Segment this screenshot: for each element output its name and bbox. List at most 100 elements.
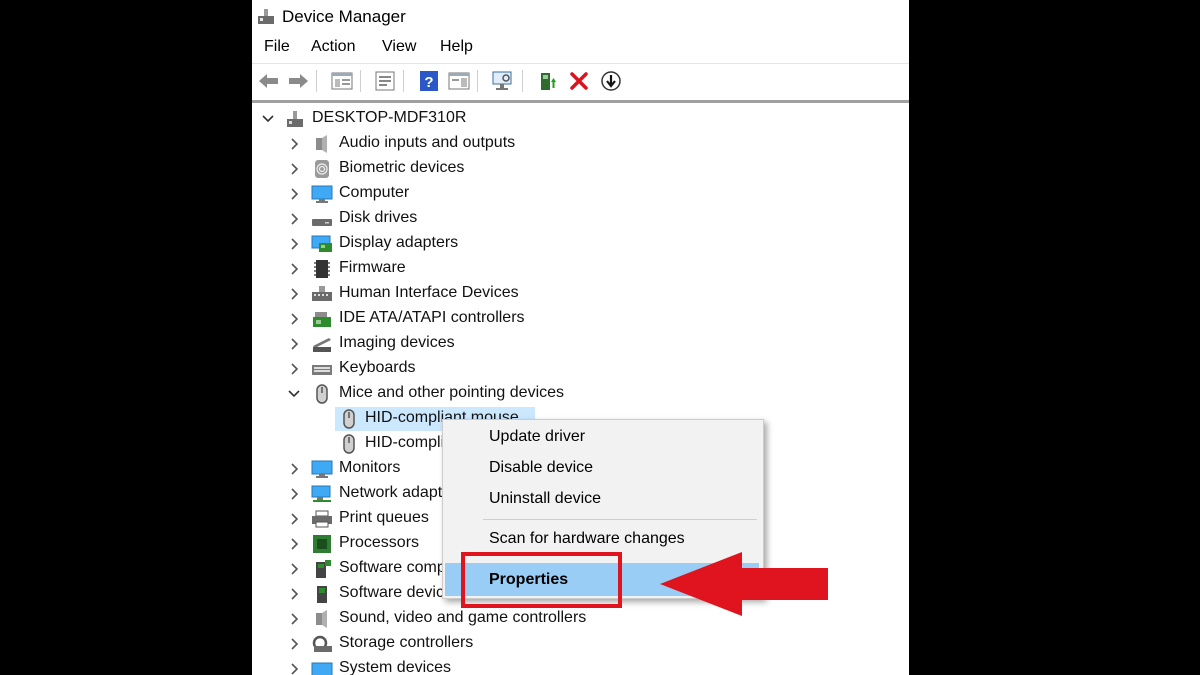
category-label: Imaging devices xyxy=(339,334,455,351)
show-hide-console-tree-icon[interactable] xyxy=(329,68,355,94)
chevron-right-icon[interactable] xyxy=(287,136,301,152)
category-label: Firmware xyxy=(339,259,406,276)
chevron-right-icon[interactable] xyxy=(287,261,301,277)
display-adapter-icon xyxy=(311,235,332,252)
disable-device-icon[interactable] xyxy=(598,68,624,94)
speaker-icon xyxy=(316,610,327,628)
tree-category[interactable]: Disk drives xyxy=(252,207,909,231)
chevron-right-icon[interactable] xyxy=(287,161,301,177)
chevron-right-icon[interactable] xyxy=(287,286,301,302)
menu-view[interactable]: View xyxy=(382,38,416,56)
fingerprint-icon xyxy=(315,160,329,178)
menu-action[interactable]: Action xyxy=(311,38,355,56)
chevron-right-icon[interactable] xyxy=(287,661,301,675)
toolbar-separator xyxy=(360,70,361,92)
category-label: Mice and other pointing devices xyxy=(339,384,565,401)
processor-icon xyxy=(313,535,331,553)
red-arrow-icon xyxy=(660,552,828,616)
tree-category[interactable]: IDE ATA/ATAPI controllers xyxy=(252,307,909,331)
chevron-right-icon[interactable] xyxy=(287,461,301,477)
category-label: Monitors xyxy=(339,459,401,476)
back-icon[interactable] xyxy=(256,68,282,94)
chevron-right-icon[interactable] xyxy=(287,186,301,202)
tree-category-expanded[interactable]: Mice and other pointing devices xyxy=(252,382,909,406)
chevron-right-icon[interactable] xyxy=(287,336,301,352)
network-adapter-icon xyxy=(311,485,331,502)
update-driver-icon[interactable] xyxy=(535,68,561,94)
forward-icon[interactable] xyxy=(285,68,311,94)
uninstall-icon[interactable] xyxy=(566,68,592,94)
software-component-icon xyxy=(316,560,331,578)
properties-icon[interactable] xyxy=(372,68,398,94)
tree-category[interactable]: System devices xyxy=(252,657,909,675)
chevron-right-icon[interactable] xyxy=(287,361,301,377)
tree-category[interactable]: Storage controllers xyxy=(252,632,909,656)
scan-hardware-menu-item[interactable]: Scan for hardware changes xyxy=(489,530,685,548)
monitor-icon xyxy=(311,185,333,203)
chevron-down-icon[interactable] xyxy=(261,111,275,127)
printer-icon xyxy=(312,510,332,528)
chevron-right-icon[interactable] xyxy=(287,586,301,602)
device-manager-app-icon xyxy=(258,9,274,24)
disable-device-menu-item[interactable]: Disable device xyxy=(489,459,593,477)
category-label: Computer xyxy=(339,184,410,201)
toolbar-separator xyxy=(522,70,523,92)
chevron-right-icon[interactable] xyxy=(287,311,301,327)
chevron-right-icon[interactable] xyxy=(287,611,301,627)
tree-category[interactable]: Imaging devices xyxy=(252,332,909,356)
chevron-right-icon[interactable] xyxy=(287,536,301,552)
uninstall-device-menu-item[interactable]: Uninstall device xyxy=(489,490,601,508)
category-label: System devices xyxy=(339,659,452,675)
chevron-right-icon[interactable] xyxy=(287,486,301,502)
tree-category[interactable]: Display adapters xyxy=(252,232,909,256)
toolbar-separator xyxy=(403,70,404,92)
toolbar-separator xyxy=(316,70,317,92)
monitor-icon xyxy=(311,460,333,478)
window-title: Device Manager xyxy=(282,7,406,26)
category-label: Display adapters xyxy=(339,234,459,251)
disk-drive-icon xyxy=(312,219,332,226)
menu-help[interactable]: Help xyxy=(440,38,473,56)
ide-controller-icon xyxy=(313,312,331,327)
system-devices-icon xyxy=(311,662,333,675)
chevron-right-icon[interactable] xyxy=(287,636,301,652)
tree-category[interactable]: Computer xyxy=(252,182,909,206)
chevron-right-icon[interactable] xyxy=(287,236,301,252)
keyboard-icon xyxy=(312,365,332,375)
action-pane-icon[interactable] xyxy=(446,68,472,94)
tree-root[interactable]: DESKTOP-MDF310R xyxy=(252,107,909,131)
chevron-right-icon[interactable] xyxy=(287,211,301,227)
tree-category[interactable]: Firmware xyxy=(252,257,909,281)
chevron-right-icon[interactable] xyxy=(287,511,301,527)
tree-category[interactable]: Biometric devices xyxy=(252,157,909,181)
tree-root-label: DESKTOP-MDF310R xyxy=(312,109,467,126)
toolbar: ? xyxy=(252,63,909,101)
chevron-down-icon[interactable] xyxy=(287,386,301,402)
svg-text:?: ? xyxy=(424,74,433,91)
mouse-icon xyxy=(343,409,355,429)
menu-file[interactable]: File xyxy=(264,38,290,56)
mouse-icon xyxy=(343,434,355,454)
help-icon[interactable]: ? xyxy=(416,68,442,94)
category-label: Disk drives xyxy=(339,209,418,226)
toolbar-separator xyxy=(477,70,478,92)
tree-category[interactable]: Human Interface Devices xyxy=(252,282,909,306)
scan-hardware-icon[interactable] xyxy=(490,68,516,94)
category-label: Storage controllers xyxy=(339,634,474,651)
speaker-icon xyxy=(316,135,327,153)
mouse-icon xyxy=(316,384,328,404)
storage-controller-icon xyxy=(312,635,332,652)
category-label: Print queues xyxy=(339,509,429,526)
computer-network-icon xyxy=(287,111,303,127)
chevron-right-icon[interactable] xyxy=(287,561,301,577)
category-label: Sound, video and game controllers xyxy=(339,609,587,626)
category-label: Keyboards xyxy=(339,359,416,376)
software-device-icon xyxy=(317,586,327,603)
title-bar: Device Manager xyxy=(252,0,909,34)
update-driver-menu-item[interactable]: Update driver xyxy=(489,428,585,446)
tree-category[interactable]: Audio inputs and outputs xyxy=(252,132,909,156)
category-label: Processors xyxy=(339,534,420,551)
category-label: IDE ATA/ATAPI controllers xyxy=(339,309,525,326)
tree-category[interactable]: Keyboards xyxy=(252,357,909,381)
hid-keyboard-icon xyxy=(312,286,332,301)
